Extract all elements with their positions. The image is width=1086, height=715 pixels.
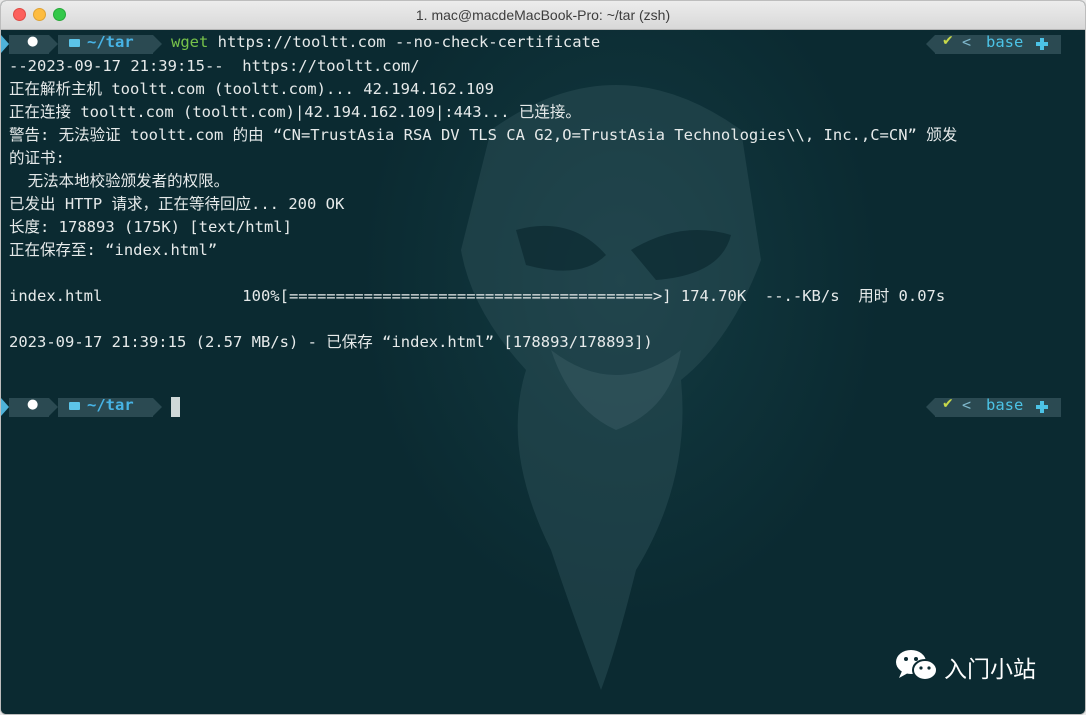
prompt-lead-arrow: [1, 35, 9, 53]
right-prompt-arrow: [926, 35, 935, 53]
check-icon: ✔: [942, 33, 954, 49]
prompt-end-arrow: [153, 398, 162, 416]
prompt-dir: ~/tar: [87, 396, 134, 414]
check-icon: ✔: [942, 396, 954, 412]
prompt-line-current: ● ~/tar ✔ < base: [1, 396, 1085, 418]
output-line: 正在连接 tooltt.com (tooltt.com)|42.194.162.…: [9, 103, 581, 121]
output-line: 警告: 无法验证 tooltt.com 的由 “CN=TrustAsia RSA…: [9, 126, 958, 144]
output-line: 已发出 HTTP 请求，正在等待回应... 200 OK: [9, 195, 345, 213]
apple-icon: ●: [27, 397, 39, 412]
right-prompt-arrow: [926, 398, 935, 416]
conda-env: base: [986, 33, 1024, 51]
right-prompt: ✔ < base: [926, 396, 1061, 418]
prompt-separator-arrow: [49, 35, 58, 53]
title-bar: 1. mac@macdeMacBook-Pro: ~/tar (zsh): [1, 1, 1085, 30]
output-line: 正在保存至: “index.html”: [9, 241, 218, 259]
output-line: 无法本地校验颁发者的权限。: [9, 172, 230, 190]
text-cursor[interactable]: [171, 397, 180, 417]
saved-line: 2023-09-17 21:39:15 (2.57 MB/s) - 已保存 “i…: [9, 333, 653, 351]
terminal-window: 1. mac@macdeMacBook-Pro: ~/tar (zsh) ● ~…: [0, 0, 1086, 715]
prompt-line: ● ~/tar wget https://tooltt.com --no-che…: [1, 33, 1085, 55]
output-line: 的证书:: [9, 149, 65, 167]
prompt-dir: ~/tar: [87, 33, 134, 51]
watermark: 入门小站: [894, 648, 1036, 684]
right-prompt: ✔ < base: [926, 33, 1061, 55]
chevron-left-icon: <: [962, 396, 972, 414]
conda-env: base: [986, 396, 1024, 414]
prompt-end-arrow: [153, 35, 162, 53]
terminal-body[interactable]: ● ~/tar wget https://tooltt.com --no-che…: [1, 30, 1085, 714]
python-icon: [1036, 38, 1048, 50]
progress-line: index.html 100%[========================…: [9, 287, 946, 305]
apple-icon: ●: [27, 34, 39, 49]
output-line: --2023-09-17 21:39:15-- https://tooltt.c…: [9, 57, 420, 75]
folder-icon: [69, 402, 80, 410]
wechat-icon: [896, 650, 938, 681]
window-title: 1. mac@macdeMacBook-Pro: ~/tar (zsh): [415, 7, 671, 23]
python-icon: [1036, 401, 1048, 413]
command-args: https://tooltt.com --no-check-certificat…: [208, 33, 601, 51]
prompt-lead-arrow: [1, 398, 9, 416]
output-line: 长度: 178893 (175K) [text/html]: [9, 218, 292, 236]
watermark-text: 入门小站: [944, 657, 1036, 683]
folder-icon: [69, 39, 80, 47]
chevron-left-icon: <: [962, 33, 972, 51]
output-line: 正在解析主机 tooltt.com (tooltt.com)... 42.194…: [9, 80, 494, 98]
mask-artwork: [461, 85, 761, 690]
prompt-separator-arrow: [49, 398, 58, 416]
command-line: wget https://tooltt.com --no-check-certi…: [171, 33, 600, 51]
command-name: wget: [171, 33, 209, 51]
